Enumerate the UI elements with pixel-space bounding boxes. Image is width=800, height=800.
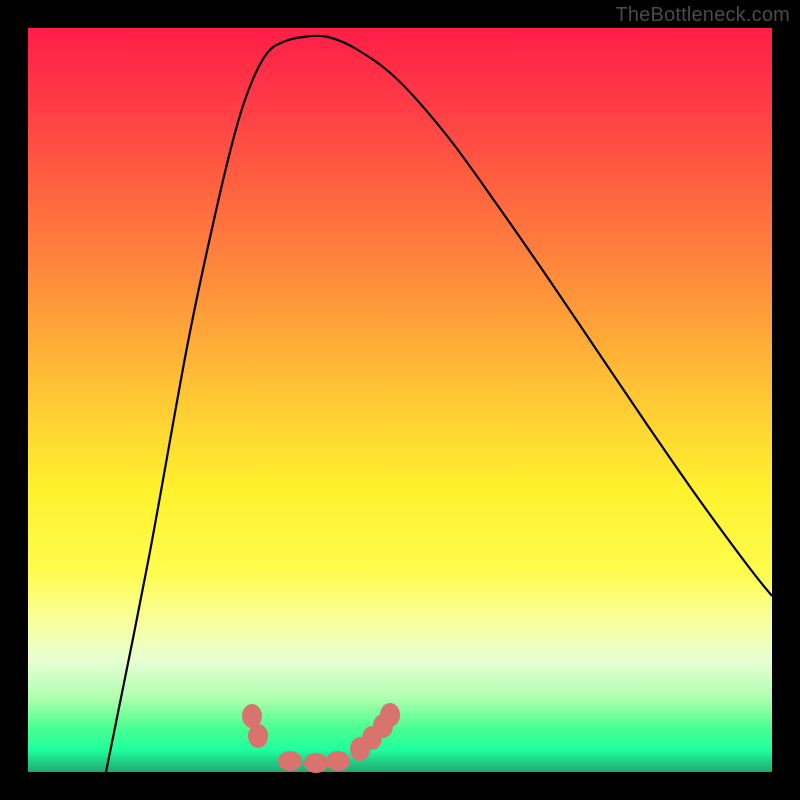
cluster-mid1 [278,751,302,771]
plot-area [28,28,772,772]
marker-layer [242,703,400,773]
watermark-label: TheBottleneck.com [615,4,790,27]
bottleneck-curve [106,36,772,772]
chart-svg [28,28,772,772]
cluster-mid2 [304,753,328,773]
cluster-r4 [380,703,400,727]
chart-frame: TheBottleneck.com [0,0,800,800]
cluster-mid3 [326,751,350,771]
cluster-left2 [248,724,268,748]
